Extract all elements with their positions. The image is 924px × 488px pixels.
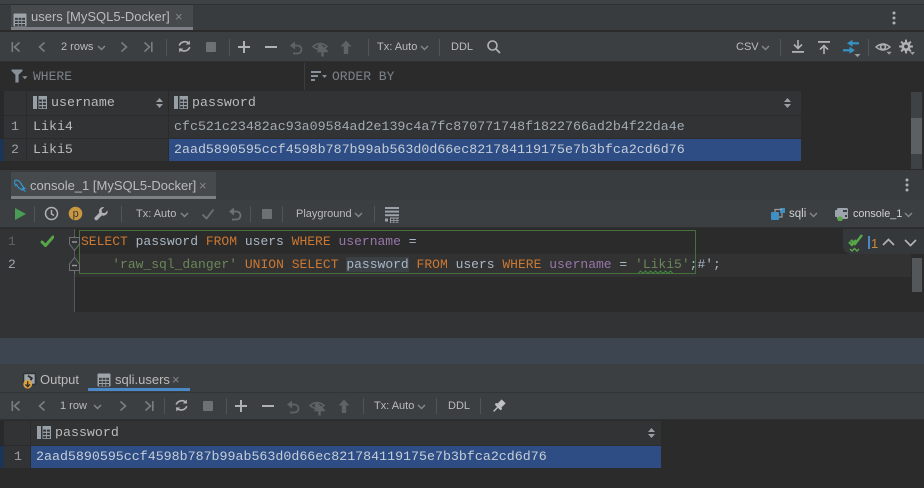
svg-text:p: p: [73, 208, 79, 220]
svg-text:1: 1: [871, 236, 878, 251]
